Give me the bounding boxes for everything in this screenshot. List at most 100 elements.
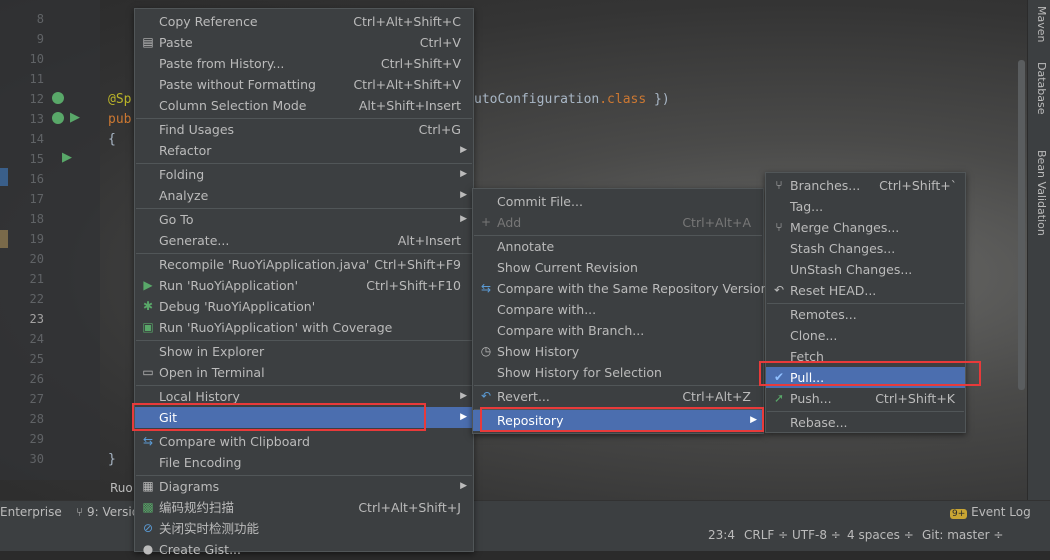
menu-item-compare-with-clipboard[interactable]: ⇆ Compare with Clipboard [135, 431, 473, 452]
line-number: 26 [29, 372, 44, 386]
menu-item-compare-with[interactable]: Compare with... [473, 299, 763, 320]
menu-item-add[interactable]: + Add Ctrl+Alt+A [473, 212, 763, 233]
menu-item-push[interactable]: ➚ Push... Ctrl+Shift+K [766, 388, 965, 409]
line-number: 20 [29, 252, 44, 266]
menu-item-column-selection-mode[interactable]: Column Selection Mode Alt+Shift+Insert [135, 95, 473, 116]
menu-item-diagrams[interactable]: ▦ Diagrams ▶ [135, 476, 473, 497]
menu-item-recompile[interactable]: Recompile 'RuoYiApplication.java' Ctrl+Sh… [135, 254, 473, 275]
event-log-badge: 9+ [950, 509, 968, 519]
submenu-arrow-icon: ▶ [460, 412, 467, 422]
menu-item-annotate[interactable]: Annotate [473, 236, 763, 257]
git-submenu: Commit File... + Add Ctrl+Alt+A Annotate S… [472, 188, 769, 434]
menu-item-branches[interactable]: ⑂ Branches... Ctrl+Shift+` [766, 175, 965, 196]
caret-position[interactable]: 23:4 [708, 528, 735, 542]
menu-item-copy-reference[interactable]: Copy Reference Ctrl+Alt+Shift+C [135, 11, 473, 32]
line-number: 14 [29, 132, 44, 146]
editor-gutter: 8 9 10 11 12 13 14 15 16 17 18 19 20 21 … [0, 0, 100, 480]
menu-item-go-to[interactable]: Go To ▶ [135, 209, 473, 230]
menu-item-find-usages[interactable]: Find Usages Ctrl+G [135, 119, 473, 140]
coverage-icon: ▣ [142, 320, 154, 334]
submenu-arrow-icon: ▶ [460, 391, 467, 401]
reset-icon: ↶ [773, 283, 785, 297]
code-paren: }) [646, 92, 670, 107]
line-number: 8 [36, 12, 44, 26]
editor-scrollbar[interactable] [1018, 60, 1025, 390]
menu-item-close-realtime-check[interactable]: ⊘ 关闭实时检测功能 [135, 518, 473, 539]
right-tool-stripe: Maven Database Bean Validation [1027, 0, 1050, 500]
menu-item-debug[interactable]: ✱ Debug 'RuoYiApplication' [135, 296, 473, 317]
menu-item-commit-file[interactable]: Commit File... [473, 191, 763, 212]
code-keyword-class: .class [599, 92, 647, 107]
spring-bean-icon[interactable] [52, 92, 64, 104]
line-separator[interactable]: CRLF ÷ [744, 528, 788, 542]
code-brace: { [108, 132, 116, 147]
event-log-label: Event Log [971, 505, 1031, 519]
menu-item-file-encoding[interactable]: File Encoding [135, 452, 473, 473]
disable-icon: ⊘ [142, 521, 154, 535]
menu-item-refactor[interactable]: Refactor ▶ [135, 140, 473, 161]
line-number: 9 [36, 32, 44, 46]
run-gutter-icon[interactable]: ▶ [62, 150, 72, 165]
menu-item-clone[interactable]: Clone... [766, 325, 965, 346]
line-number: 29 [29, 432, 44, 446]
compare-icon: ⇆ [480, 281, 492, 295]
menu-item-merge-changes[interactable]: ⑂ Merge Changes... [766, 217, 965, 238]
highlight-box-repository [480, 407, 764, 432]
menu-item-rebase[interactable]: Rebase... [766, 412, 965, 433]
breakpoint-marker [0, 168, 8, 186]
menu-item-show-current-revision[interactable]: Show Current Revision [473, 257, 763, 278]
line-number: 15 [29, 152, 44, 166]
submenu-arrow-icon: ▶ [460, 169, 467, 179]
change-marker [0, 230, 8, 248]
menu-item-stash-changes[interactable]: Stash Changes... [766, 238, 965, 259]
line-number: 10 [29, 52, 44, 66]
push-arrow-icon: ➚ [773, 391, 785, 405]
menu-item-revert[interactable]: ↶ Revert... Ctrl+Alt+Z [473, 386, 763, 407]
menu-item-generate[interactable]: Generate... Alt+Insert [135, 230, 473, 251]
menu-item-unstash-changes[interactable]: UnStash Changes... [766, 259, 965, 280]
menu-item-reset-head[interactable]: ↶ Reset HEAD... [766, 280, 965, 301]
git-branch[interactable]: Git: master ÷ [922, 528, 1003, 542]
run-gutter-icon[interactable]: ▶ [70, 110, 80, 125]
database-tab[interactable]: Database [1035, 62, 1048, 115]
run-icon: ▶ [143, 278, 153, 292]
menu-item-open-in-terminal[interactable]: ▭ Open in Terminal [135, 362, 473, 383]
menu-item-folding[interactable]: Folding ▶ [135, 164, 473, 185]
tool-tab-enterprise[interactable]: Enterprise [0, 505, 62, 519]
menu-item-tag[interactable]: Tag... [766, 196, 965, 217]
line-number: 18 [29, 212, 44, 226]
spring-bean-icon[interactable] [52, 112, 64, 124]
menu-item-compare-with-branch[interactable]: Compare with Branch... [473, 320, 763, 341]
maven-tab[interactable]: Maven [1035, 6, 1048, 42]
menu-item-paste-without-formatting[interactable]: Paste without Formatting Ctrl+Alt+Shift+V [135, 74, 473, 95]
line-number: 21 [29, 272, 44, 286]
menu-item-compare-same-repo-version[interactable]: ⇆ Compare with the Same Repository Versio… [473, 278, 769, 299]
line-number: 11 [29, 72, 44, 86]
menu-item-analyze[interactable]: Analyze ▶ [135, 185, 473, 206]
highlight-box-pull [759, 361, 981, 386]
menu-item-show-in-explorer[interactable]: Show in Explorer [135, 341, 473, 362]
menu-item-run-with-coverage[interactable]: ▣ Run 'RuoYiApplication' with Coverage [135, 317, 473, 338]
menu-item-remotes[interactable]: Remotes... [766, 304, 965, 325]
bean-validation-tab[interactable]: Bean Validation [1035, 150, 1048, 236]
event-log-button[interactable]: 9+ Event Log [950, 505, 1031, 519]
tool-tab-version-control[interactable]: ⑂ 9: Versio [76, 505, 139, 519]
line-number: 22 [29, 292, 44, 306]
menu-item-paste-from-history[interactable]: Paste from History... Ctrl+Shift+V [135, 53, 473, 74]
menu-item-run[interactable]: ▶ Run 'RuoYiApplication' Ctrl+Shift+F10 [135, 275, 473, 296]
menu-item-show-history-for-selection[interactable]: Show History for Selection [473, 362, 763, 383]
branch-icon: ⑂ [76, 505, 88, 519]
menu-item-show-history[interactable]: ◷ Show History [473, 341, 763, 362]
tool-tab-version-control-label: 9: Versio [87, 505, 140, 519]
diagram-icon: ▦ [142, 479, 154, 493]
code-keyword: pub [108, 112, 132, 127]
line-number: 23 [29, 312, 44, 326]
menu-item-paste[interactable]: ▤ Paste Ctrl+V [135, 32, 473, 53]
indent-setting[interactable]: 4 spaces ÷ [847, 528, 914, 542]
line-number: 28 [29, 412, 44, 426]
menu-item-code-scan[interactable]: ▩ 编码规约扫描 Ctrl+Alt+Shift+J [135, 497, 473, 518]
submenu-arrow-icon: ▶ [460, 214, 467, 224]
line-number: 30 [29, 452, 44, 466]
file-encoding[interactable]: UTF-8 ÷ [792, 528, 841, 542]
line-number: 27 [29, 392, 44, 406]
